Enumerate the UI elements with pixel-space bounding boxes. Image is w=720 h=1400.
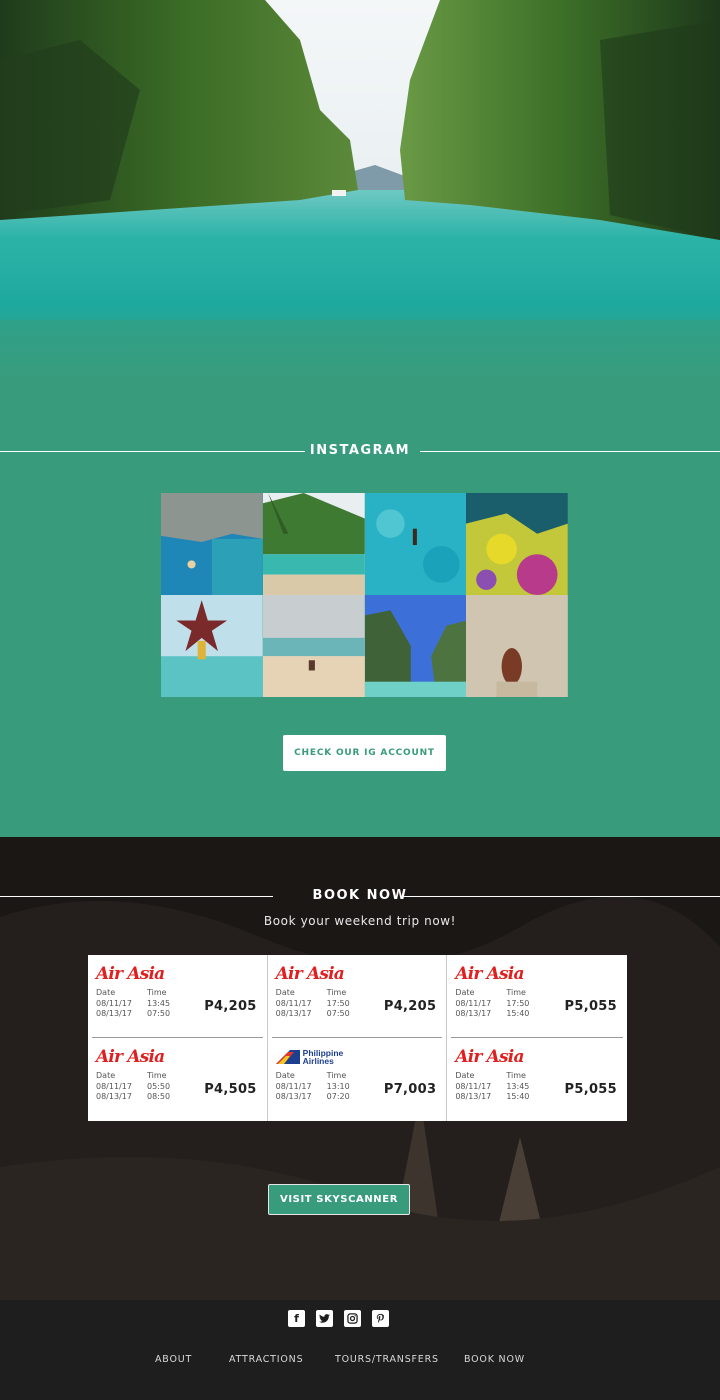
date-header: Date [96,988,116,997]
return-time: 08:50 [147,1092,171,1101]
instagram-photo[interactable] [364,595,467,697]
hero-banner [0,0,720,380]
instagram-photo[interactable] [364,493,467,595]
flight-card[interactable]: Air Asia Date 08/11/17 08/13/17 Time 17:… [447,955,627,1038]
flight-card[interactable]: Air Asia Date 08/11/17 08/13/17 Time 05:… [88,1038,268,1121]
depart-date: 08/11/17 [275,998,312,1008]
return-time: 15:40 [506,1009,530,1018]
flight-card[interactable]: Air Asia Date 08/11/17 08/13/17 Time 13:… [88,955,268,1038]
hero-lagoon-image [0,0,720,380]
depart-time: 13:45 [506,1081,530,1091]
depart-time: 17:50 [326,998,350,1008]
footer: f ABOUT ATTRACTIONS TOURS/TRANSFERS BOOK… [0,1300,720,1400]
flight-schedule: Date 08/11/17 08/13/17 Time 13:45 15:40 [455,1071,557,1103]
depart-date: 08/11/17 [96,998,132,1008]
return-date: 08/13/17 [275,1009,312,1018]
visit-skyscanner-button[interactable]: VISIT SKYSCANNER [268,1184,410,1215]
airasia-logo: Air Asia [455,1047,524,1067]
flight-price: P7,003 [383,1082,437,1097]
airasia-logo: Air Asia [96,1047,165,1067]
date-header: Date [275,988,295,997]
depart-time: 05:50 [147,1081,171,1091]
flight-price: P4,205 [383,999,437,1014]
depart-date: 08/11/17 [455,1081,492,1091]
flight-schedule: Date 08/11/17 08/13/17 Time 05:50 08:50 [96,1071,198,1103]
flight-schedule: Date 08/11/17 08/13/17 Time 13:10 07:20 [276,1071,378,1103]
instagram-photo[interactable] [466,595,568,697]
twitter-icon[interactable] [316,1310,333,1327]
airasia-logo: Air Asia [96,964,165,984]
footer-link-tours-transfers[interactable]: TOURS/TRANSFERS [335,1354,439,1365]
time-header: Time [147,988,167,997]
return-date: 08/13/17 [275,1092,312,1101]
flight-price: P5,055 [564,1082,617,1097]
instagram-photo-grid [161,493,568,697]
time-header: Time [326,1071,347,1080]
return-date: 08/13/17 [455,1009,492,1018]
date-header: Date [275,1071,295,1080]
flight-card[interactable]: Air Asia Date 08/11/17 08/13/17 Time 13:… [447,1038,627,1121]
instagram-photo[interactable] [161,595,263,697]
flight-card[interactable]: Air Asia Date 08/11/17 08/13/17 Time 17:… [268,955,448,1038]
footer-link-attractions[interactable]: ATTRACTIONS [229,1354,303,1365]
instagram-heading-row: INSTAGRAM [0,441,720,461]
book-now-subtitle: Book your weekend trip now! [263,914,457,928]
pal-flag-icon [275,1050,300,1064]
book-now-heading-row: BOOK NOW [0,886,720,906]
flight-price: P4,505 [204,1082,257,1097]
return-time: 07:50 [326,1009,350,1018]
book-now-section: BOOK NOW Book your weekend trip now! Air… [0,837,720,1300]
footer-link-about[interactable]: ABOUT [155,1354,192,1365]
instagram-photo[interactable] [262,493,365,595]
check-ig-account-button[interactable]: CHECK OUR IG ACCOUNT [283,735,446,771]
airasia-logo: Air Asia [455,964,524,984]
flight-schedule: Date 08/11/17 08/13/17 Time 13:45 07:50 [96,988,198,1020]
instagram-icon[interactable] [344,1310,361,1327]
instagram-photo[interactable] [262,595,365,697]
depart-time: 17:50 [506,998,530,1008]
instagram-photo[interactable] [161,493,263,595]
depart-date: 08/11/17 [275,1081,312,1091]
facebook-icon[interactable]: f [288,1310,305,1327]
depart-date: 08/11/17 [96,1081,132,1091]
flight-options-table: Air Asia Date 08/11/17 08/13/17 Time 13:… [88,955,627,1121]
instagram-heading: INSTAGRAM [309,443,411,458]
time-header: Time [506,1071,526,1080]
instagram-section: INSTAGRAM CHECK OUR IG ACCOUNT [0,375,720,837]
airasia-logo: Air Asia [275,964,345,984]
return-time: 07:20 [326,1092,350,1101]
return-time: 07:50 [147,1009,171,1018]
time-header: Time [147,1071,167,1080]
time-header: Time [326,988,347,997]
flight-price: P5,055 [564,999,617,1014]
flight-price: P4,205 [204,999,257,1014]
depart-time: 13:10 [326,1081,350,1091]
philippine-airlines-logo: Philippine Airlines [275,1046,447,1068]
time-header: Time [506,988,526,997]
return-date: 08/13/17 [96,1009,132,1018]
return-date: 08/13/17 [96,1092,132,1101]
date-header: Date [455,988,475,997]
social-links: f [288,1310,389,1327]
pinterest-icon[interactable] [372,1310,389,1327]
return-date: 08/13/17 [455,1092,492,1101]
flight-schedule: Date 08/11/17 08/13/17 Time 17:50 15:40 [455,988,557,1020]
book-now-heading: BOOK NOW [312,888,408,903]
return-time: 15:40 [506,1092,530,1101]
depart-time: 13:45 [147,998,171,1008]
depart-date: 08/11/17 [455,998,492,1008]
flight-card[interactable]: Philippine Airlines Date 08/11/17 08/13/1… [268,1038,448,1121]
pal-logo-line2: Airlines [302,1056,334,1066]
date-header: Date [96,1071,116,1080]
date-header: Date [455,1071,475,1080]
flight-schedule: Date 08/11/17 08/13/17 Time 17:50 07:50 [276,988,378,1020]
instagram-photo[interactable] [466,493,568,595]
footer-link-book-now[interactable]: BOOK NOW [464,1354,525,1365]
